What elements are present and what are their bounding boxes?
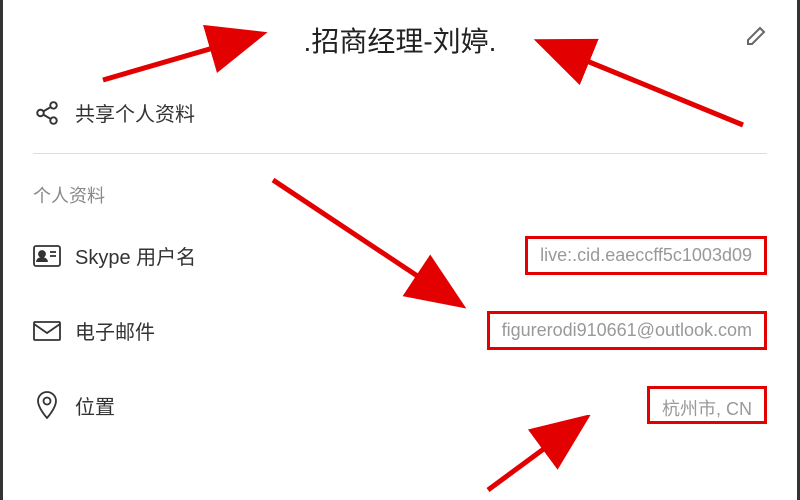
location-label: 位置	[75, 391, 115, 420]
pencil-icon[interactable]	[743, 25, 767, 54]
email-value: figurerodi910661@outlook.com	[487, 311, 767, 350]
skype-username-label: Skype 用户名	[75, 241, 196, 270]
share-profile-row[interactable]: 共享个人资料	[3, 80, 797, 145]
email-label: 电子邮件	[75, 316, 155, 345]
id-card-icon	[33, 244, 61, 268]
location-value: 杭州市, CN	[647, 386, 767, 424]
location-row[interactable]: 位置 杭州市, CN	[3, 368, 797, 429]
pin-icon	[33, 393, 61, 417]
section-title: 个人资料	[3, 162, 797, 218]
skype-username-value: live:.cid.eaeccff5c1003d09	[525, 236, 767, 275]
profile-title: .招商经理-刘婷.	[304, 20, 497, 60]
envelope-icon	[33, 319, 61, 343]
share-icon	[33, 99, 61, 127]
share-profile-label: 共享个人资料	[75, 98, 195, 127]
profile-header: .招商经理-刘婷.	[3, 0, 797, 80]
email-row[interactable]: 电子邮件 figurerodi910661@outlook.com	[3, 293, 797, 368]
divider	[33, 153, 767, 154]
skype-username-row[interactable]: Skype 用户名 live:.cid.eaeccff5c1003d09	[3, 218, 797, 293]
